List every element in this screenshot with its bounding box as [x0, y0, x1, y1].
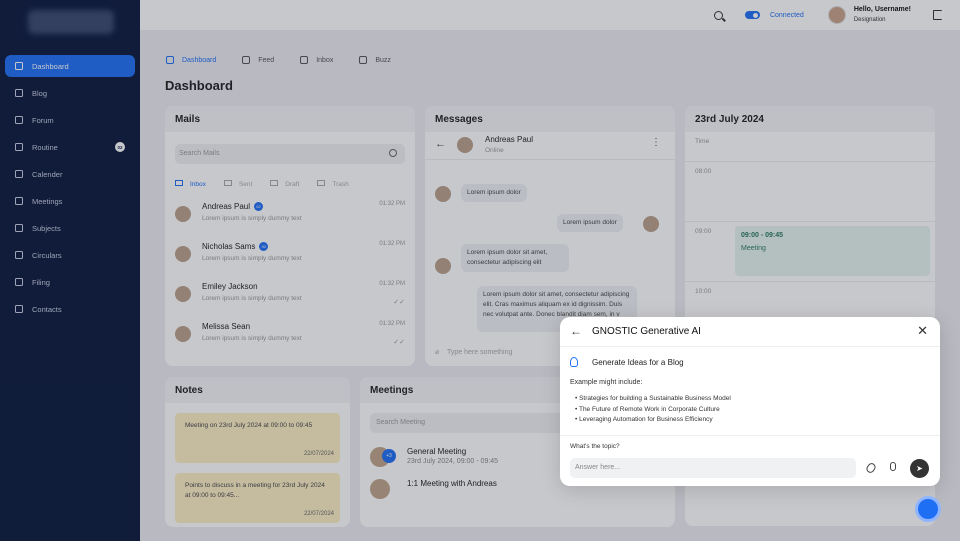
- lightbulb-icon: [570, 357, 578, 367]
- answer-placeholder: Answer here...: [575, 464, 621, 471]
- floating-ai-button[interactable]: [915, 496, 941, 522]
- send-button[interactable]: ➤: [910, 459, 929, 478]
- topic-label: What's the topic?: [570, 443, 620, 450]
- ai-modal: ← GNOSTIC Generative AI ✕ Generate Ideas…: [560, 317, 940, 486]
- examples: Example might include: Strategies for bu…: [570, 379, 731, 426]
- back-arrow-icon[interactable]: ←: [570, 324, 582, 338]
- divider: [560, 435, 940, 436]
- example-item: Leveraging Automation for Business Effic…: [570, 415, 731, 426]
- microphone-icon[interactable]: [890, 462, 896, 471]
- send-icon: ➤: [916, 464, 923, 473]
- example-item: The Future of Remote Work in Corporate C…: [570, 405, 731, 416]
- modal-title: GNOSTIC Generative AI: [592, 326, 701, 337]
- prompt-text: Generate Ideas for a Blog: [592, 357, 684, 367]
- answer-input[interactable]: Answer here...: [570, 458, 856, 478]
- example-item: Strategies for building a Sustainable Bu…: [570, 394, 731, 405]
- prompt-option[interactable]: Generate Ideas for a Blog: [570, 357, 684, 367]
- paperclip-icon[interactable]: [864, 461, 878, 475]
- modal-header: ← GNOSTIC Generative AI ✕: [560, 317, 940, 347]
- close-icon[interactable]: ✕: [917, 323, 928, 339]
- example-label: Example might include:: [570, 379, 643, 386]
